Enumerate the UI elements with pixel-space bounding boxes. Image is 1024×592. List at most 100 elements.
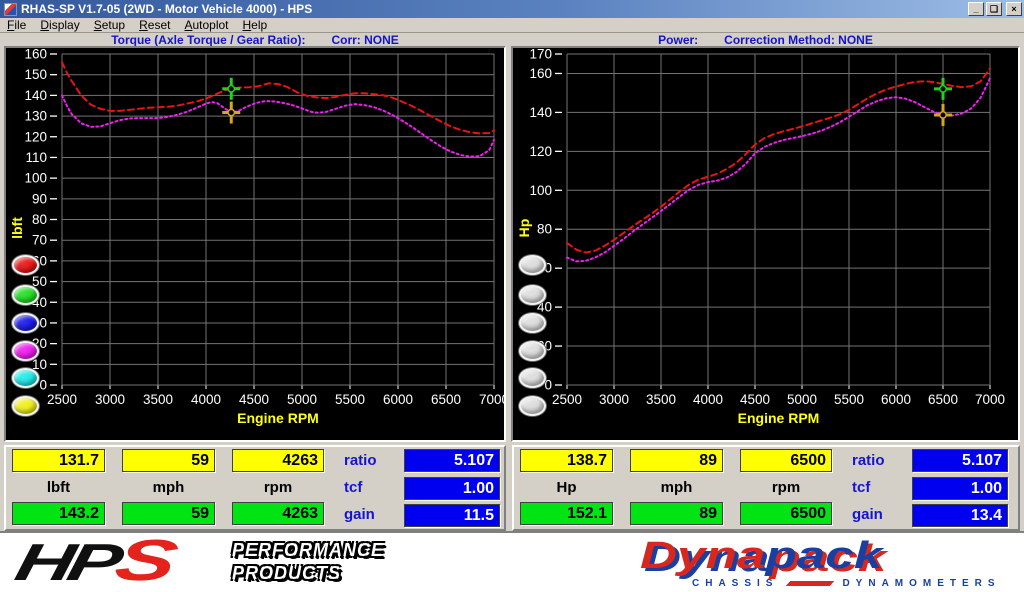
- dynapack-logo: Dynapack CHASSIS DYNAMOMETERS: [640, 535, 1001, 589]
- yellow-cursor[interactable]: [934, 104, 952, 126]
- yellow-cursor-torque-value: 131.7: [12, 449, 105, 472]
- run-slot-button-3[interactable]: [519, 313, 546, 333]
- run-slot-button-2[interactable]: [519, 285, 546, 305]
- yellow-run-button[interactable]: [12, 396, 39, 416]
- x-tick-label: 4500: [239, 392, 269, 407]
- green-cursor-rpm-value: 4263: [232, 502, 324, 525]
- x-tick-label: 3500: [646, 392, 676, 407]
- x-tick-label: 6500: [928, 392, 958, 407]
- x-tick-label: 3000: [599, 392, 629, 407]
- magenta-run-button[interactable]: [12, 341, 39, 361]
- red-run-button[interactable]: [12, 255, 39, 275]
- unit-label-lbft: lbft: [12, 478, 105, 498]
- run-slot-button-1[interactable]: [519, 255, 546, 275]
- x-tick-label: 2500: [47, 392, 77, 407]
- ratio-value: 5.107: [404, 449, 500, 472]
- app-icon: [4, 3, 17, 16]
- close-button[interactable]: ×: [1006, 2, 1022, 16]
- hps-logo-hp: HP: [10, 534, 122, 592]
- ratio-value: 5.107: [912, 449, 1008, 472]
- power-chart-area[interactable]: 2500300035004000450050005500600065007000…: [513, 48, 1018, 440]
- torque-readout-panel: 131.7 59 4263 lbft mph rpm 143.2 59 4263…: [4, 445, 506, 531]
- run-slot-button-5[interactable]: [519, 368, 546, 388]
- x-tick-label: 6000: [383, 392, 413, 407]
- menu-display[interactable]: Display: [33, 18, 86, 32]
- x-tick-label: 5500: [834, 392, 864, 407]
- logo-strip: HPS PERFORMANCE PRODUCTS Dynapack CHASSI…: [0, 531, 1024, 592]
- green-cursor-speed-value: 59: [122, 502, 215, 525]
- tcf-value: 1.00: [404, 477, 500, 500]
- x-tick-label: 3500: [143, 392, 173, 407]
- dynapack-dynamometers-text: DYNAMOMETERS: [842, 578, 1000, 589]
- power-red-series: [567, 69, 990, 253]
- menu-file[interactable]: File: [0, 18, 33, 32]
- yellow-cursor-power-value: 138.7: [520, 449, 613, 472]
- unit-label-rpm: rpm: [740, 478, 832, 498]
- ratio-label: ratio: [852, 451, 906, 471]
- run-slot-button-6[interactable]: [519, 396, 546, 416]
- hps-performance-text: PERFORMANCE: [232, 539, 384, 562]
- x-tick-label: 7000: [479, 392, 504, 407]
- power-magenta-series: [567, 78, 990, 261]
- green-run-button[interactable]: [12, 285, 39, 305]
- dynapack-wordmark: Dynapack: [640, 535, 1024, 578]
- torque-magenta-series: [62, 95, 494, 156]
- yellow-cursor-speed-value: 89: [630, 449, 723, 472]
- menu-autoplot[interactable]: Autoplot: [177, 18, 235, 32]
- hps-logo: HPS: [10, 527, 178, 592]
- power-chart-title: Power:: [658, 33, 698, 47]
- dynapack-chassis-text: CHASSIS: [692, 578, 778, 589]
- unit-label-mph: mph: [630, 478, 723, 498]
- run-slot-button-4[interactable]: [519, 341, 546, 361]
- power-correction-label: Correction Method: NONE: [724, 33, 873, 47]
- torque-chart-header: Torque (Axle Torque / Gear Ratio): Corr:…: [4, 33, 506, 46]
- x-tick-label: 4000: [693, 392, 723, 407]
- unit-label-mph: mph: [122, 478, 215, 498]
- x-tick-label: 4000: [191, 392, 221, 407]
- gain-value: 13.4: [912, 504, 1008, 527]
- unit-label-rpm: rpm: [232, 478, 324, 498]
- power-chart-panel: 2500300035004000450050005500600065007000…: [511, 46, 1020, 442]
- power-readout-panel: 138.7 89 6500 Hp mph rpm 152.1 89 6500 r…: [512, 445, 1020, 531]
- x-axis-label: Engine RPM: [237, 410, 319, 426]
- menu-setup[interactable]: Setup: [87, 18, 132, 32]
- blue-run-button[interactable]: [12, 313, 39, 333]
- torque-correction-label: Corr: NONE: [331, 33, 398, 47]
- gain-label: gain: [852, 505, 906, 525]
- hps-products-text: PRODUCTS: [232, 562, 384, 585]
- x-axis-label: Engine RPM: [738, 410, 820, 426]
- x-tick-label: 3000: [95, 392, 125, 407]
- x-tick-label: 5500: [335, 392, 365, 407]
- green-cursor[interactable]: [934, 78, 952, 100]
- menu-reset[interactable]: Reset: [132, 18, 177, 32]
- x-tick-label: 7000: [975, 392, 1005, 407]
- x-tick-label: 5000: [287, 392, 317, 407]
- yellow-cursor[interactable]: [222, 102, 240, 124]
- green-cursor-torque-value: 143.2: [12, 502, 105, 525]
- gain-label: gain: [344, 505, 398, 525]
- dynapack-swoosh: [786, 581, 835, 586]
- tcf-value: 1.00: [912, 477, 1008, 500]
- titlebar[interactable]: RHAS-SP V1.7-05 (2WD - Motor Vehicle 400…: [0, 0, 1024, 18]
- power-chart-header: Power: Correction Method: NONE: [511, 33, 1020, 46]
- torque-chart-title: Torque (Axle Torque / Gear Ratio):: [111, 33, 305, 47]
- x-tick-label: 6500: [431, 392, 461, 407]
- x-tick-label: 4500: [740, 392, 770, 407]
- torque-chart-area[interactable]: 2500 3000 3500 4000 4500 5000 5500 6000 6500 7000…: [6, 48, 504, 440]
- torque-chart-panel: 2500 3000 3500 4000 4500 5000 5500 6000 6500 7000…: [4, 46, 506, 442]
- green-cursor-rpm-value: 6500: [740, 502, 832, 525]
- power-run-buttons: [517, 48, 551, 440]
- green-cursor-power-value: 152.1: [520, 502, 613, 525]
- tcf-label: tcf: [344, 478, 398, 498]
- dynapack-subtitle: CHASSIS DYNAMOMETERS: [640, 578, 1001, 589]
- x-tick-label: 2500: [552, 392, 582, 407]
- minimize-button[interactable]: _: [968, 2, 984, 16]
- menu-help[interactable]: Help: [236, 18, 275, 32]
- yellow-cursor-rpm-value: 4263: [232, 449, 324, 472]
- restore-button[interactable]: ❏: [986, 2, 1002, 16]
- cyan-run-button[interactable]: [12, 368, 39, 388]
- torque-red-series: [62, 62, 494, 133]
- menubar: FileDisplaySetupResetAutoplotHelp: [0, 18, 1024, 33]
- unit-label-hp: Hp: [520, 478, 613, 498]
- green-cursor[interactable]: [222, 78, 240, 100]
